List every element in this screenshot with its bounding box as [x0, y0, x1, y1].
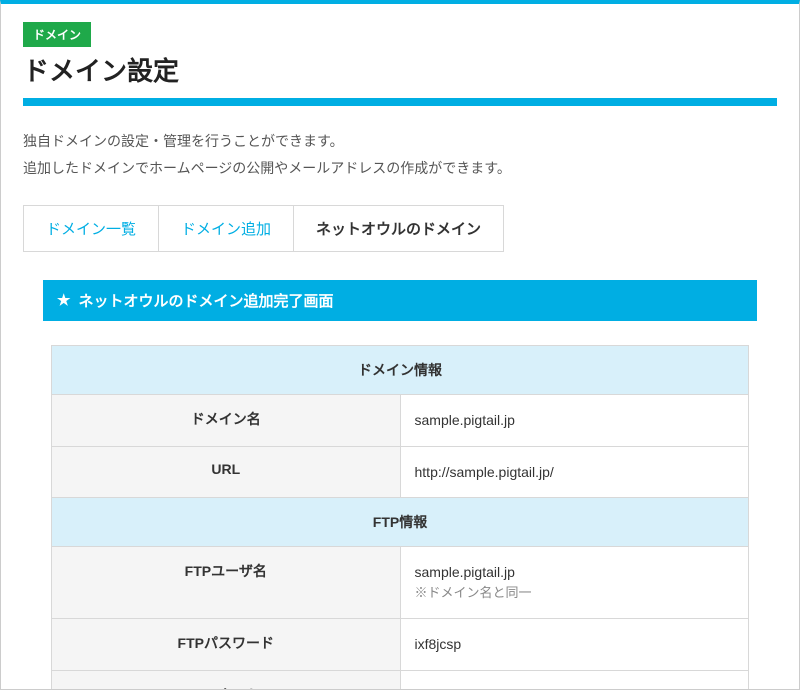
label-ftp-host: FTPホスト — [52, 670, 401, 690]
label-domain-name: ドメイン名 — [52, 395, 401, 446]
section-header-ftp-info: FTP情報 — [52, 497, 749, 546]
section-header-domain-info: ドメイン情報 — [52, 346, 749, 395]
value-ftp-pass: ixf8jcsp — [400, 619, 749, 670]
value-ftp-host: sv99.star.ne.jp — [400, 670, 749, 690]
tab-netowl-domain[interactable]: ネットオウルのドメイン — [293, 205, 504, 252]
title-divider — [23, 98, 777, 106]
tab-bar: ドメイン一覧 ドメイン追加 ネットオウルのドメイン — [23, 205, 777, 252]
category-badge: ドメイン — [23, 22, 91, 47]
ftp-user-note: ※ドメイン名と同一 — [415, 583, 735, 604]
panel-header: ★ ネットオウルのドメイン追加完了画面 — [43, 280, 757, 321]
panel-body: ドメイン情報 ドメイン名 sample.pigtail.jp URL http:… — [43, 321, 757, 690]
label-ftp-user: FTPユーザ名 — [52, 546, 401, 618]
panel-title: ネットオウルのドメイン追加完了画面 — [78, 290, 333, 311]
row-url: URL http://sample.pigtail.jp/ — [52, 446, 749, 497]
value-ftp-user: sample.pigtail.jp ※ドメイン名と同一 — [400, 546, 749, 618]
row-domain-name: ドメイン名 sample.pigtail.jp — [52, 395, 749, 446]
row-ftp-pass: FTPパスワード ixf8jcsp — [52, 619, 749, 670]
section-row-ftp-info: FTP情報 — [52, 497, 749, 546]
value-url: http://sample.pigtail.jp/ — [400, 446, 749, 497]
row-ftp-host: FTPホスト sv99.star.ne.jp — [52, 670, 749, 690]
info-table: ドメイン情報 ドメイン名 sample.pigtail.jp URL http:… — [51, 345, 749, 690]
page-frame: ドメイン ドメイン設定 独自ドメインの設定・管理を行うことができます。 追加した… — [0, 0, 800, 690]
star-icon: ★ — [57, 293, 70, 308]
page-title: ドメイン設定 — [23, 51, 777, 88]
label-url: URL — [52, 446, 401, 497]
row-ftp-user: FTPユーザ名 sample.pigtail.jp ※ドメイン名と同一 — [52, 546, 749, 618]
section-row-domain-info: ドメイン情報 — [52, 346, 749, 395]
ftp-user-value: sample.pigtail.jp — [415, 561, 735, 583]
label-ftp-pass: FTPパスワード — [52, 619, 401, 670]
value-domain-name: sample.pigtail.jp — [400, 395, 749, 446]
completion-panel: ★ ネットオウルのドメイン追加完了画面 ドメイン情報 ドメイン名 sample.… — [43, 280, 757, 690]
description-line-1: 独自ドメインの設定・管理を行うことができます。 — [23, 128, 777, 155]
tab-domain-list[interactable]: ドメイン一覧 — [23, 205, 158, 252]
description-line-2: 追加したドメインでホームページの公開やメールアドレスの作成ができます。 — [23, 155, 777, 182]
page-description: 独自ドメインの設定・管理を行うことができます。 追加したドメインでホームページの… — [23, 128, 777, 181]
tab-domain-add[interactable]: ドメイン追加 — [158, 205, 293, 252]
